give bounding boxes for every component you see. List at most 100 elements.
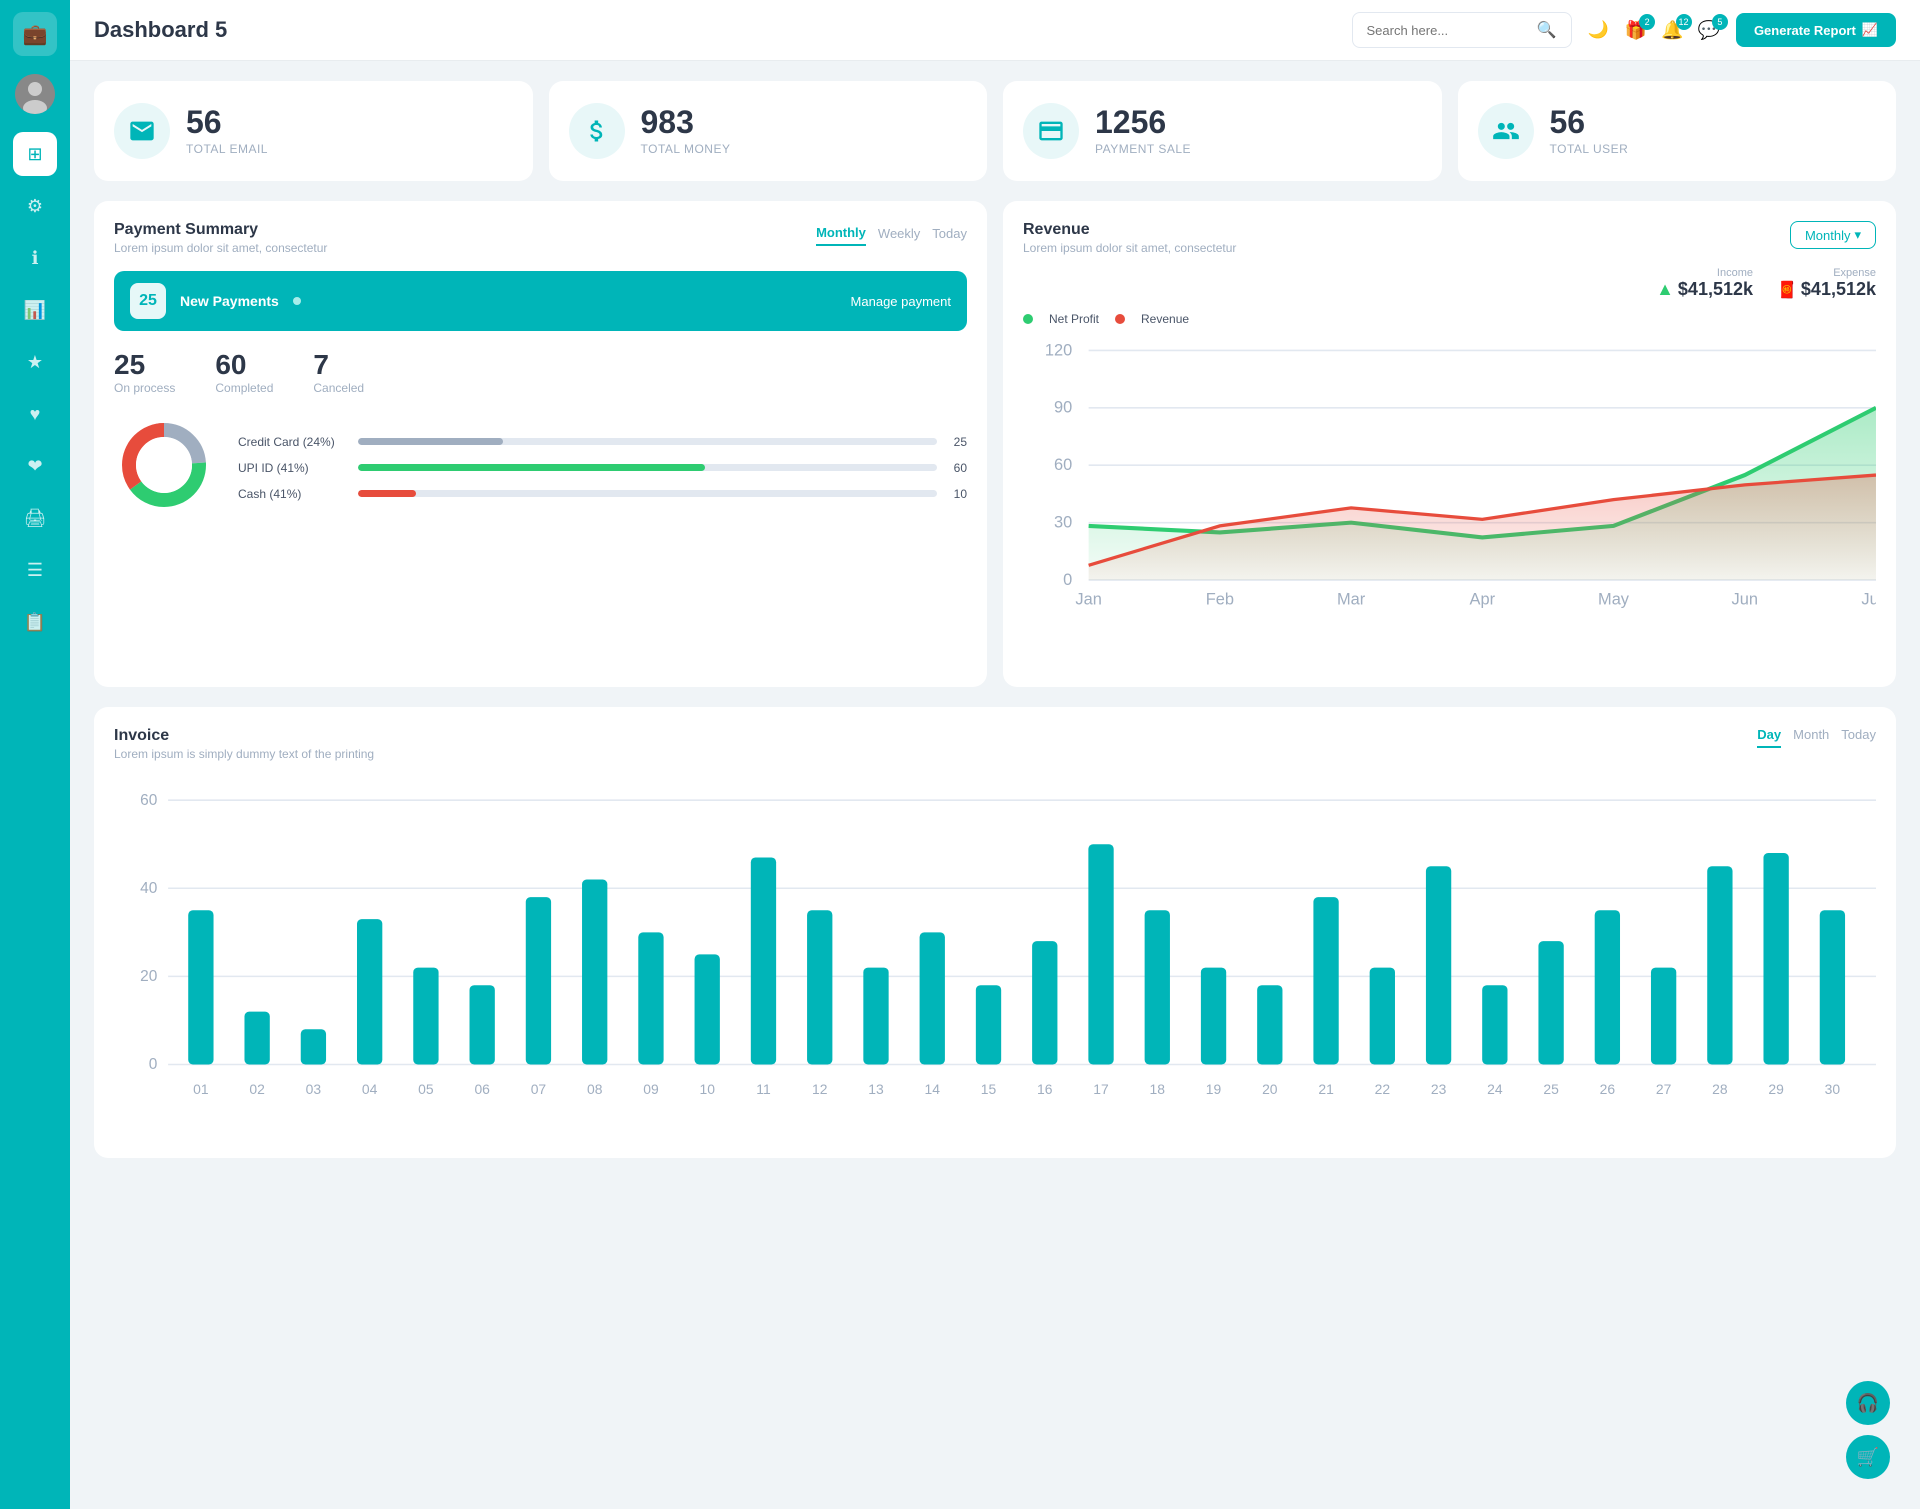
sidebar-item-favorite[interactable]: ❤ xyxy=(13,444,57,488)
bar-08[interactable] xyxy=(582,880,607,1065)
sidebar-item-settings[interactable]: ⚙ xyxy=(13,184,57,228)
bar-19[interactable] xyxy=(1201,968,1226,1065)
generate-report-button[interactable]: Generate Report 📈 xyxy=(1736,13,1896,47)
progress-bar-bg-cash xyxy=(358,490,937,497)
income-amount: $41,512k xyxy=(1678,279,1753,300)
bar-20[interactable] xyxy=(1257,985,1282,1064)
revenue-area xyxy=(1089,475,1876,580)
bar-25[interactable] xyxy=(1538,941,1563,1064)
sidebar-item-list[interactable]: 📋 xyxy=(13,600,57,644)
total-money-number: 983 xyxy=(641,106,731,138)
bar-12[interactable] xyxy=(807,910,832,1064)
bar-15[interactable] xyxy=(976,985,1001,1064)
bar-23[interactable] xyxy=(1426,866,1451,1064)
sidebar-item-heart[interactable]: ♥ xyxy=(13,392,57,436)
search-input[interactable] xyxy=(1367,23,1529,38)
new-payments-bar: 25 New Payments Manage payment xyxy=(114,271,967,331)
user-avatar[interactable] xyxy=(15,74,55,114)
cart-button[interactable]: 🛒 xyxy=(1846,1435,1890,1479)
bar-06[interactable] xyxy=(470,985,495,1064)
sidebar-logo: 💼 xyxy=(13,12,57,56)
tab-weekly[interactable]: Weekly xyxy=(878,221,920,246)
x-label-26: 26 xyxy=(1600,1081,1616,1097)
bar-18[interactable] xyxy=(1145,910,1170,1064)
bar-30[interactable] xyxy=(1820,910,1845,1064)
bar-10[interactable] xyxy=(695,954,720,1064)
total-email-label: TOTAL EMAIL xyxy=(186,142,268,156)
invoice-header: Invoice Lorem ipsum is simply dummy text… xyxy=(114,727,1876,761)
bar-26[interactable] xyxy=(1595,910,1620,1064)
tab-today[interactable]: Today xyxy=(1841,727,1876,748)
bar-11[interactable] xyxy=(751,858,776,1065)
bar-14[interactable] xyxy=(920,932,945,1064)
stat-info-money: 983 TOTAL MONEY xyxy=(641,106,731,156)
bell-badge: 12 xyxy=(1676,14,1692,30)
progress-bar-fill-cash xyxy=(358,490,416,497)
email-stat-icon xyxy=(114,103,170,159)
on-process-stat: 25 On process xyxy=(114,349,175,395)
tab-month[interactable]: Month xyxy=(1793,727,1829,748)
revenue-chart: 120 90 60 30 0 xyxy=(1023,334,1876,662)
bar-03[interactable] xyxy=(301,1029,326,1064)
tab-today[interactable]: Today xyxy=(932,221,967,246)
payment-summary-tabs: Monthly Weekly Today xyxy=(816,221,967,246)
payment-summary-info: Payment Summary Lorem ipsum dolor sit am… xyxy=(114,221,327,255)
chevron-down-icon: ▾ xyxy=(1854,227,1861,243)
x-label-19: 19 xyxy=(1206,1081,1222,1097)
bar-29[interactable] xyxy=(1763,853,1788,1064)
svg-text:30: 30 xyxy=(1054,514,1072,532)
canceled-number: 7 xyxy=(313,349,364,381)
revenue-subtitle: Lorem ipsum dolor sit amet, consectetur xyxy=(1023,241,1236,255)
stat-info-email: 56 TOTAL EMAIL xyxy=(186,106,268,156)
svg-text:May: May xyxy=(1598,591,1630,609)
tab-monthly[interactable]: Monthly xyxy=(816,221,866,246)
revenue-monthly-dropdown[interactable]: Monthly ▾ xyxy=(1790,221,1876,249)
x-label-14: 14 xyxy=(925,1081,941,1097)
bar-09[interactable] xyxy=(638,932,663,1064)
search-box[interactable]: 🔍 xyxy=(1352,12,1572,48)
gift-icon-wrap[interactable]: 🎁 2 xyxy=(1625,20,1647,41)
bar-24[interactable] xyxy=(1482,985,1507,1064)
manage-payment-link[interactable]: Manage payment xyxy=(851,294,951,309)
payment-summary-header: Payment Summary Lorem ipsum dolor sit am… xyxy=(114,221,967,255)
x-label-10: 10 xyxy=(699,1081,715,1097)
bell-icon-wrap[interactable]: 🔔 12 xyxy=(1661,20,1683,41)
middle-row: Payment Summary Lorem ipsum dolor sit am… xyxy=(94,201,1896,687)
sidebar-item-info[interactable]: ℹ xyxy=(13,236,57,280)
bar-21[interactable] xyxy=(1313,897,1338,1064)
sidebar-item-print[interactable]: 🖨 xyxy=(13,496,57,540)
chat-icon-wrap[interactable]: 💬 5 xyxy=(1698,20,1720,41)
dark-mode-toggle[interactable]: 🌙 xyxy=(1588,20,1609,40)
sidebar-item-dashboard[interactable]: ⊞ xyxy=(13,132,57,176)
bar-04[interactable] xyxy=(357,919,382,1064)
x-label-18: 18 xyxy=(1150,1081,1166,1097)
income-expense: Income ▲ $41,512k Expense 🧧 $41,512k xyxy=(1023,267,1876,300)
sidebar-item-analytics[interactable]: 📊 xyxy=(13,288,57,332)
bar-17[interactable] xyxy=(1088,844,1113,1064)
x-label-28: 28 xyxy=(1712,1081,1728,1097)
x-label-11: 11 xyxy=(756,1081,771,1097)
bar-16[interactable] xyxy=(1032,941,1057,1064)
bar-01[interactable] xyxy=(188,910,213,1064)
x-label-15: 15 xyxy=(981,1081,997,1097)
bar-28[interactable] xyxy=(1707,866,1732,1064)
total-user-label: TOTAL USER xyxy=(1550,142,1629,156)
bar-02[interactable] xyxy=(244,1012,269,1065)
revenue-legend: Net Profit Revenue xyxy=(1023,312,1876,326)
sidebar-item-menu[interactable]: ☰ xyxy=(13,548,57,592)
completed-label: Completed xyxy=(215,381,273,395)
stat-card-email: 56 TOTAL EMAIL xyxy=(94,81,533,181)
svg-text:Jan: Jan xyxy=(1075,591,1101,609)
bar-07[interactable] xyxy=(526,897,551,1064)
x-label-21: 21 xyxy=(1318,1081,1334,1097)
bar-13[interactable] xyxy=(863,968,888,1065)
bar-22[interactable] xyxy=(1370,968,1395,1065)
bar-05[interactable] xyxy=(413,968,438,1065)
payment-summary-title: Payment Summary xyxy=(114,221,327,239)
support-button[interactable]: 🎧 xyxy=(1846,1381,1890,1425)
generate-report-label: Generate Report xyxy=(1754,23,1856,38)
sidebar-item-star[interactable]: ★ xyxy=(13,340,57,384)
tab-day[interactable]: Day xyxy=(1757,727,1781,748)
bar-27[interactable] xyxy=(1651,968,1676,1065)
heart-icon: ♥ xyxy=(30,404,41,425)
